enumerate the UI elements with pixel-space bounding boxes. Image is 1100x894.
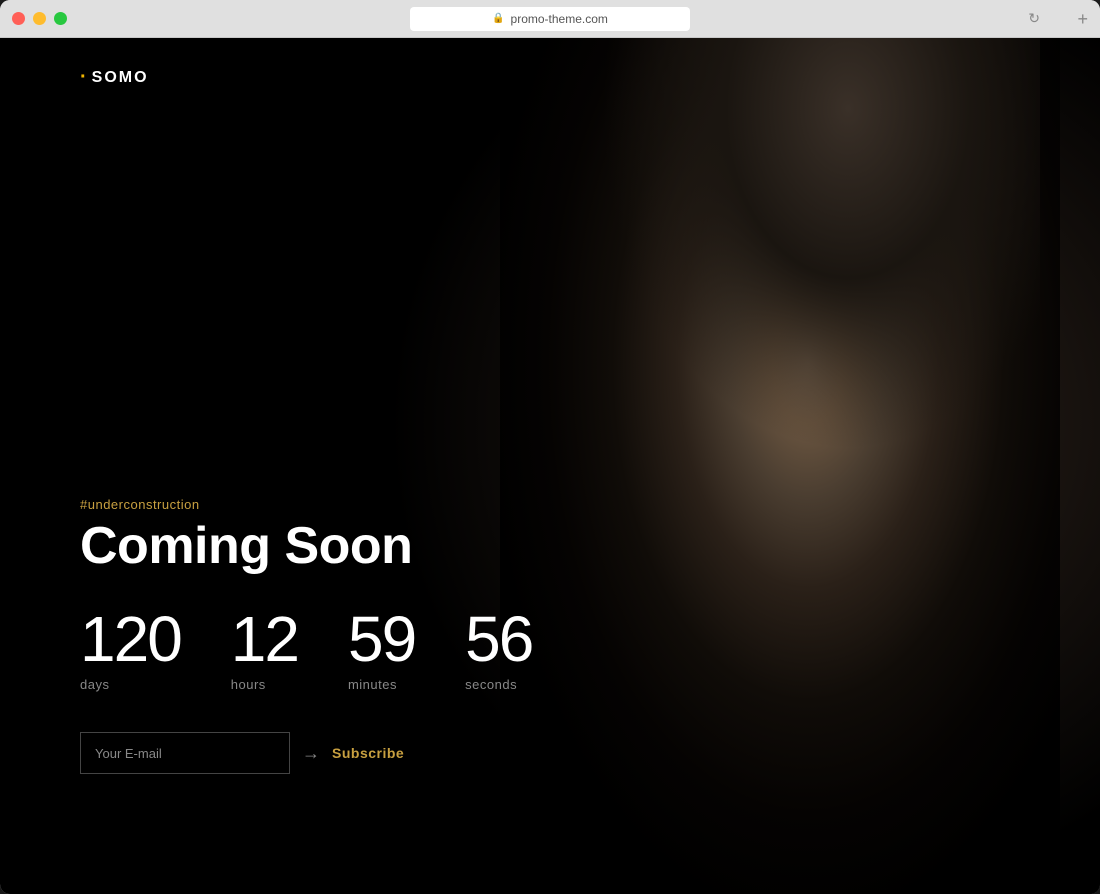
minutes-unit: 59 minutes — [348, 607, 415, 692]
page-content: · SOMO #underconstruction Coming Soon 12… — [0, 38, 1100, 894]
days-label: days — [80, 677, 109, 692]
main-content: #underconstruction Coming Soon 120 days … — [80, 497, 1020, 894]
days-unit: 120 days — [80, 607, 181, 692]
seconds-label: seconds — [465, 677, 517, 692]
seconds-unit: 56 seconds — [465, 607, 532, 692]
minimize-button[interactable] — [33, 12, 46, 25]
logo-dot: · — [80, 66, 89, 89]
subscribe-button[interactable]: Subscribe — [332, 745, 404, 761]
subscribe-form: → Subscribe — [80, 732, 1020, 774]
arrow-icon: → — [302, 743, 320, 764]
minutes-label: minutes — [348, 677, 397, 692]
window-controls — [12, 12, 67, 25]
logo: · SOMO — [80, 66, 1020, 89]
maximize-button[interactable] — [54, 12, 67, 25]
address-bar[interactable]: 🔒 promo-theme.com — [410, 7, 690, 31]
countdown-timer: 120 days 12 hours 59 minutes 56 seconds — [80, 607, 1020, 692]
minutes-value: 59 — [348, 607, 415, 671]
lock-icon: 🔒 — [492, 13, 504, 24]
reload-button[interactable]: ↻ — [1028, 10, 1040, 27]
hours-unit: 12 hours — [231, 607, 298, 692]
logo-text: SOMO — [92, 69, 149, 87]
logo-area: · SOMO — [80, 38, 1020, 89]
email-input[interactable] — [80, 732, 290, 774]
new-tab-button[interactable]: + — [1077, 10, 1088, 28]
coming-soon-heading: Coming Soon — [80, 518, 1020, 575]
close-button[interactable] — [12, 12, 25, 25]
seconds-value: 56 — [465, 607, 532, 671]
days-value: 120 — [80, 607, 181, 671]
hashtag-text: #underconstruction — [80, 497, 1020, 512]
hours-value: 12 — [231, 607, 298, 671]
browser-content: · SOMO #underconstruction Coming Soon 12… — [0, 38, 1100, 894]
hours-label: hours — [231, 677, 266, 692]
browser-window: 🔒 promo-theme.com ↻ + · SOMO #underconst… — [0, 0, 1100, 894]
titlebar: 🔒 promo-theme.com ↻ + — [0, 0, 1100, 38]
url-text: promo-theme.com — [511, 12, 608, 26]
